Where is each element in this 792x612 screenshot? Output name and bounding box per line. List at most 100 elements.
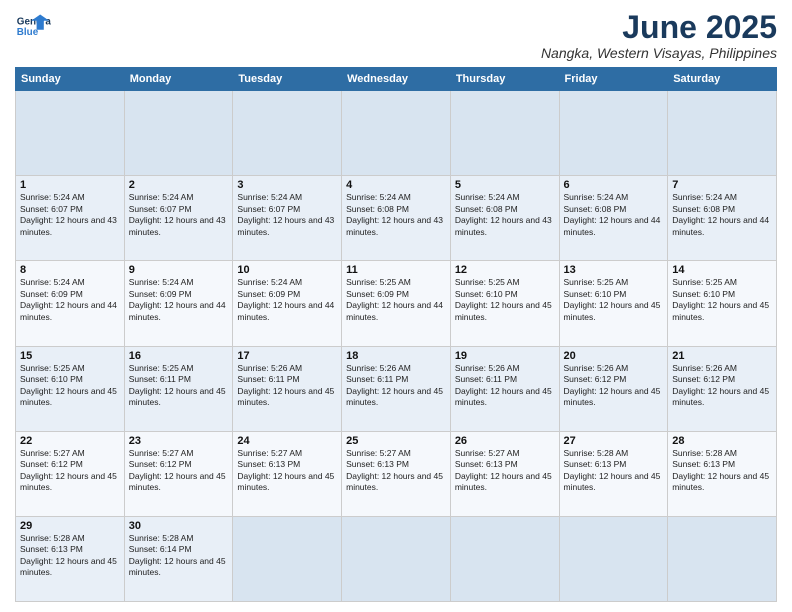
day-content: Sunrise: 5:24 AMSunset: 6:09 PMDaylight:… (129, 277, 229, 323)
title-block: June 2025 Nangka, Western Visayas, Phili… (541, 10, 777, 61)
week-row-0 (16, 91, 777, 176)
calendar-cell (233, 516, 342, 601)
calendar-cell (450, 91, 559, 176)
month-title: June 2025 (541, 10, 777, 45)
day-content: Sunrise: 5:25 AMSunset: 6:11 PMDaylight:… (129, 363, 229, 409)
day-number: 11 (346, 264, 446, 276)
day-content: Sunrise: 5:24 AMSunset: 6:08 PMDaylight:… (564, 192, 664, 238)
calendar-cell: 10Sunrise: 5:24 AMSunset: 6:09 PMDayligh… (233, 261, 342, 346)
day-number: 4 (346, 179, 446, 191)
day-content: Sunrise: 5:25 AMSunset: 6:10 PMDaylight:… (564, 277, 664, 323)
day-header-sunday: Sunday (16, 68, 125, 91)
day-content: Sunrise: 5:24 AMSunset: 6:07 PMDaylight:… (20, 192, 120, 238)
day-number: 25 (346, 435, 446, 447)
day-content: Sunrise: 5:26 AMSunset: 6:12 PMDaylight:… (564, 363, 664, 409)
day-number: 26 (455, 435, 555, 447)
day-content: Sunrise: 5:26 AMSunset: 6:11 PMDaylight:… (455, 363, 555, 409)
calendar-cell (124, 91, 233, 176)
day-content: Sunrise: 5:27 AMSunset: 6:12 PMDaylight:… (129, 448, 229, 494)
day-content: Sunrise: 5:25 AMSunset: 6:10 PMDaylight:… (455, 277, 555, 323)
day-content: Sunrise: 5:28 AMSunset: 6:13 PMDaylight:… (564, 448, 664, 494)
logo: General Blue (15, 10, 51, 46)
day-number: 7 (672, 179, 772, 191)
calendar-cell: 6Sunrise: 5:24 AMSunset: 6:08 PMDaylight… (559, 176, 668, 261)
day-number: 16 (129, 350, 229, 362)
day-content: Sunrise: 5:28 AMSunset: 6:13 PMDaylight:… (672, 448, 772, 494)
calendar-cell: 19Sunrise: 5:26 AMSunset: 6:11 PMDayligh… (450, 346, 559, 431)
day-content: Sunrise: 5:26 AMSunset: 6:11 PMDaylight:… (237, 363, 337, 409)
day-number: 18 (346, 350, 446, 362)
calendar-cell: 23Sunrise: 5:27 AMSunset: 6:12 PMDayligh… (124, 431, 233, 516)
day-content: Sunrise: 5:28 AMSunset: 6:13 PMDaylight:… (20, 533, 120, 579)
calendar-cell: 7Sunrise: 5:24 AMSunset: 6:08 PMDaylight… (668, 176, 777, 261)
day-content: Sunrise: 5:27 AMSunset: 6:13 PMDaylight:… (237, 448, 337, 494)
day-number: 19 (455, 350, 555, 362)
svg-text:Blue: Blue (17, 27, 39, 38)
calendar-cell: 5Sunrise: 5:24 AMSunset: 6:08 PMDaylight… (450, 176, 559, 261)
calendar-cell: 24Sunrise: 5:27 AMSunset: 6:13 PMDayligh… (233, 431, 342, 516)
calendar-cell: 12Sunrise: 5:25 AMSunset: 6:10 PMDayligh… (450, 261, 559, 346)
calendar-cell: 15Sunrise: 5:25 AMSunset: 6:10 PMDayligh… (16, 346, 125, 431)
day-number: 22 (20, 435, 120, 447)
day-content: Sunrise: 5:24 AMSunset: 6:09 PMDaylight:… (237, 277, 337, 323)
day-number: 28 (672, 435, 772, 447)
calendar-cell: 13Sunrise: 5:25 AMSunset: 6:10 PMDayligh… (559, 261, 668, 346)
day-number: 17 (237, 350, 337, 362)
day-content: Sunrise: 5:24 AMSunset: 6:08 PMDaylight:… (346, 192, 446, 238)
day-number: 27 (564, 435, 664, 447)
day-content: Sunrise: 5:25 AMSunset: 6:10 PMDaylight:… (672, 277, 772, 323)
week-row-3: 15Sunrise: 5:25 AMSunset: 6:10 PMDayligh… (16, 346, 777, 431)
calendar-cell: 21Sunrise: 5:26 AMSunset: 6:12 PMDayligh… (668, 346, 777, 431)
calendar-cell (668, 91, 777, 176)
day-number: 20 (564, 350, 664, 362)
week-row-5: 29Sunrise: 5:28 AMSunset: 6:13 PMDayligh… (16, 516, 777, 601)
day-number: 6 (564, 179, 664, 191)
calendar-cell: 14Sunrise: 5:25 AMSunset: 6:10 PMDayligh… (668, 261, 777, 346)
day-number: 29 (20, 520, 120, 532)
calendar-cell: 29Sunrise: 5:28 AMSunset: 6:13 PMDayligh… (16, 516, 125, 601)
calendar-cell (668, 516, 777, 601)
day-content: Sunrise: 5:24 AMSunset: 6:08 PMDaylight:… (672, 192, 772, 238)
day-content: Sunrise: 5:26 AMSunset: 6:12 PMDaylight:… (672, 363, 772, 409)
day-header-thursday: Thursday (450, 68, 559, 91)
calendar-cell: 18Sunrise: 5:26 AMSunset: 6:11 PMDayligh… (342, 346, 451, 431)
day-header-saturday: Saturday (668, 68, 777, 91)
day-content: Sunrise: 5:27 AMSunset: 6:12 PMDaylight:… (20, 448, 120, 494)
calendar-cell: 8Sunrise: 5:24 AMSunset: 6:09 PMDaylight… (16, 261, 125, 346)
day-number: 23 (129, 435, 229, 447)
calendar-cell: 20Sunrise: 5:26 AMSunset: 6:12 PMDayligh… (559, 346, 668, 431)
day-number: 10 (237, 264, 337, 276)
day-header-friday: Friday (559, 68, 668, 91)
day-header-wednesday: Wednesday (342, 68, 451, 91)
day-content: Sunrise: 5:24 AMSunset: 6:07 PMDaylight:… (129, 192, 229, 238)
day-content: Sunrise: 5:27 AMSunset: 6:13 PMDaylight:… (346, 448, 446, 494)
day-number: 2 (129, 179, 229, 191)
week-row-4: 22Sunrise: 5:27 AMSunset: 6:12 PMDayligh… (16, 431, 777, 516)
calendar-cell (342, 91, 451, 176)
calendar-cell: 17Sunrise: 5:26 AMSunset: 6:11 PMDayligh… (233, 346, 342, 431)
logo-icon: General Blue (15, 10, 51, 46)
day-number: 13 (564, 264, 664, 276)
calendar-cell: 3Sunrise: 5:24 AMSunset: 6:07 PMDaylight… (233, 176, 342, 261)
day-number: 24 (237, 435, 337, 447)
location-title: Nangka, Western Visayas, Philippines (541, 45, 777, 61)
calendar-cell: 16Sunrise: 5:25 AMSunset: 6:11 PMDayligh… (124, 346, 233, 431)
calendar-cell: 22Sunrise: 5:27 AMSunset: 6:12 PMDayligh… (16, 431, 125, 516)
day-content: Sunrise: 5:28 AMSunset: 6:14 PMDaylight:… (129, 533, 229, 579)
day-header-monday: Monday (124, 68, 233, 91)
day-content: Sunrise: 5:24 AMSunset: 6:08 PMDaylight:… (455, 192, 555, 238)
calendar-header-row: SundayMondayTuesdayWednesdayThursdayFrid… (16, 68, 777, 91)
calendar-cell: 27Sunrise: 5:28 AMSunset: 6:13 PMDayligh… (559, 431, 668, 516)
calendar-cell: 26Sunrise: 5:27 AMSunset: 6:13 PMDayligh… (450, 431, 559, 516)
day-header-tuesday: Tuesday (233, 68, 342, 91)
calendar-cell: 11Sunrise: 5:25 AMSunset: 6:09 PMDayligh… (342, 261, 451, 346)
day-content: Sunrise: 5:26 AMSunset: 6:11 PMDaylight:… (346, 363, 446, 409)
day-number: 1 (20, 179, 120, 191)
calendar-cell: 9Sunrise: 5:24 AMSunset: 6:09 PMDaylight… (124, 261, 233, 346)
calendar-cell: 2Sunrise: 5:24 AMSunset: 6:07 PMDaylight… (124, 176, 233, 261)
day-number: 12 (455, 264, 555, 276)
day-content: Sunrise: 5:24 AMSunset: 6:07 PMDaylight:… (237, 192, 337, 238)
calendar-cell: 25Sunrise: 5:27 AMSunset: 6:13 PMDayligh… (342, 431, 451, 516)
week-row-2: 8Sunrise: 5:24 AMSunset: 6:09 PMDaylight… (16, 261, 777, 346)
day-content: Sunrise: 5:25 AMSunset: 6:09 PMDaylight:… (346, 277, 446, 323)
